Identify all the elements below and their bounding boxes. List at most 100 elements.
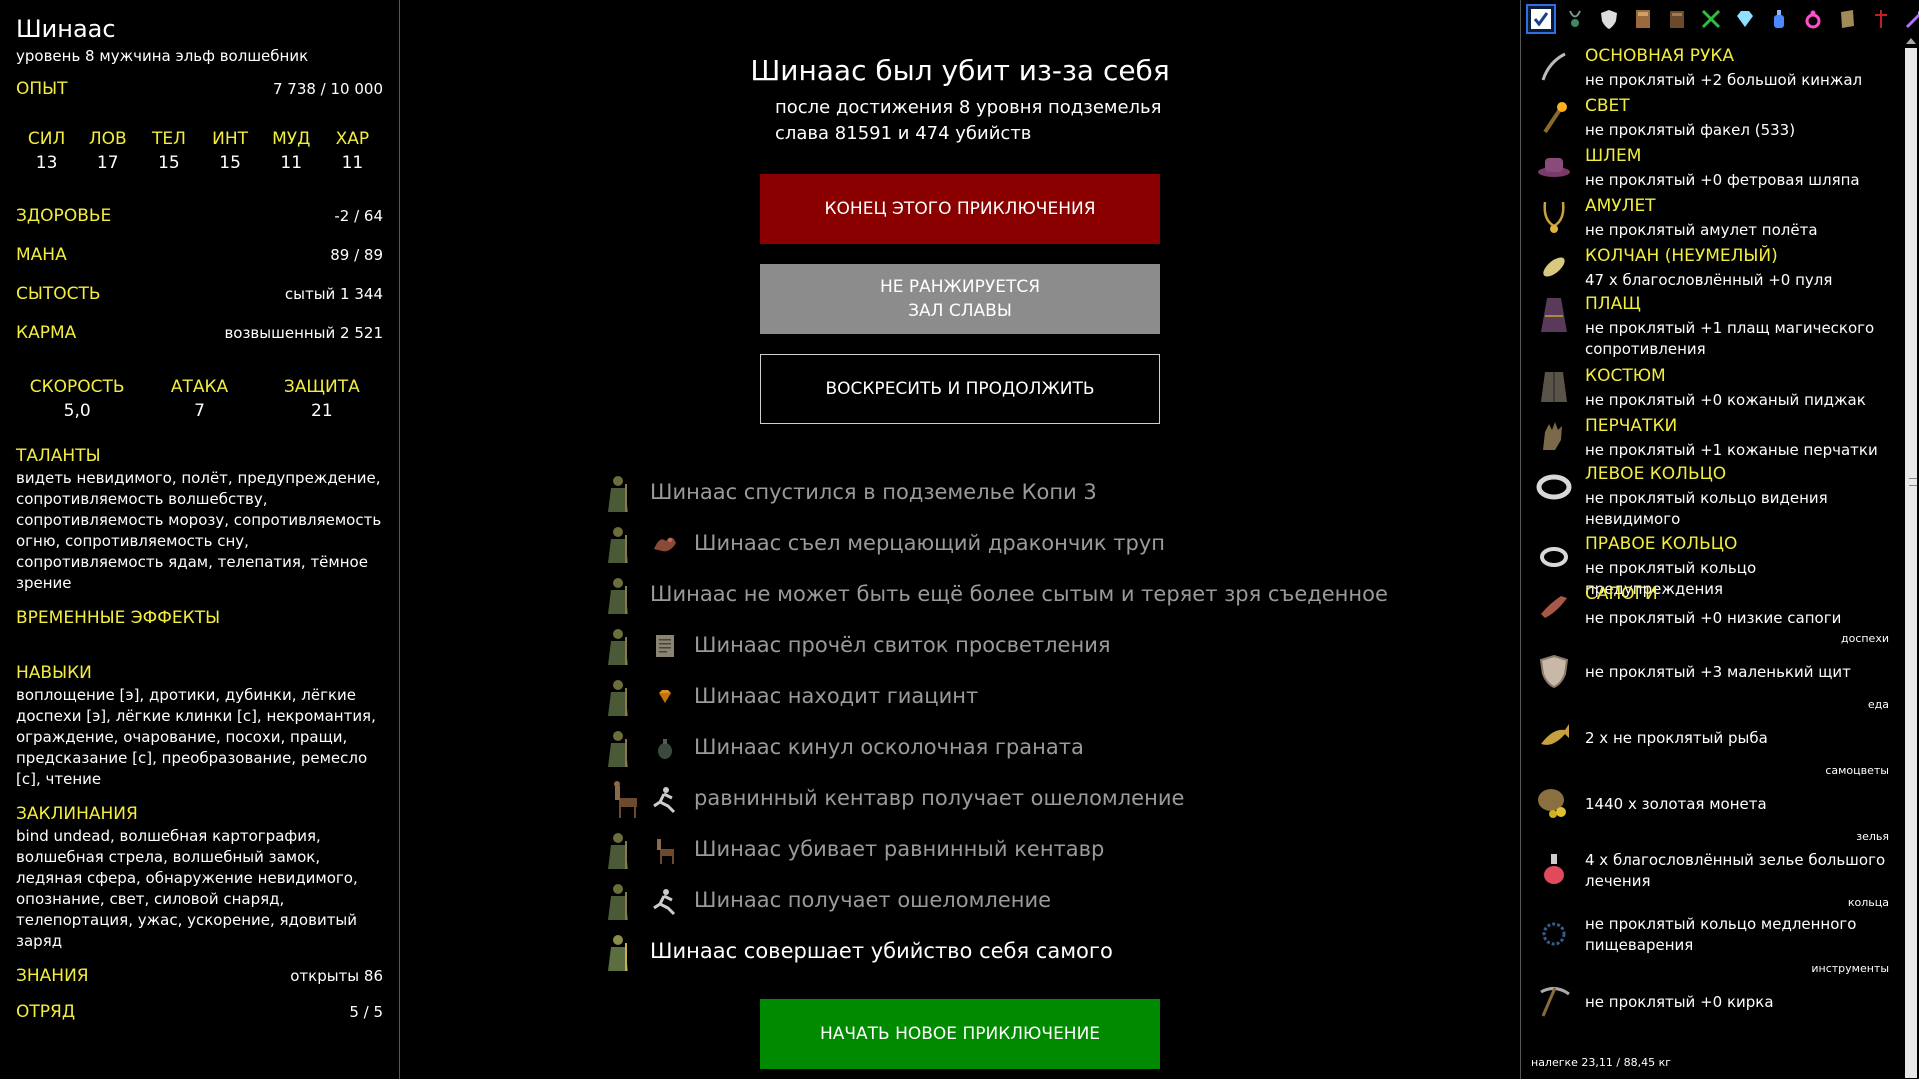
log-text: Шинаас находит гиацинт xyxy=(694,684,979,708)
item-desc: не проклятый +0 кожаный пиджак xyxy=(1585,391,1866,409)
mana-value: 89 / 89 xyxy=(330,246,383,264)
tab-all[interactable] xyxy=(1526,4,1556,34)
torch-icon xyxy=(1543,102,1567,134)
stat-cha: ХАР 11 xyxy=(335,129,370,173)
tab-armor[interactable] xyxy=(1594,4,1624,34)
item-slot-label: ШЛЕМ xyxy=(1585,146,1642,166)
tab-food[interactable] xyxy=(1662,4,1692,34)
carry-weight: налегке 23,11 / 88,45 кг xyxy=(1531,1056,1672,1069)
resurrect-label: ВОСКРЕСИТЬ И ПРОДОЛЖИТЬ xyxy=(825,379,1095,399)
checkmark-icon xyxy=(1531,9,1551,29)
end-adventure-label: КОНЕЦ ЭТОГО ПРИКЛЮЧЕНИЯ xyxy=(824,199,1096,219)
log-text: Шинаас спустился в подземелье Копи 3 xyxy=(650,480,1097,504)
stun-icon xyxy=(653,889,676,916)
jacket-icon xyxy=(1541,372,1567,402)
character-panel: Шинаас уровень 8 мужчина эльф волшебник … xyxy=(0,0,400,1079)
item-desc: не проклятый +1 плащ магического сопроти… xyxy=(1585,319,1875,358)
new-adventure-button[interactable]: НАЧАТЬ НОВОЕ ПРИКЛЮЧЕНИЕ xyxy=(760,999,1160,1069)
tab-scrolls[interactable] xyxy=(1832,4,1862,34)
health-label: ЗДОРОВЬЕ xyxy=(16,206,112,226)
tab-gems[interactable] xyxy=(1730,4,1760,34)
item-desc: не проклятый кольцо медленного пищеварен… xyxy=(1585,915,1857,954)
wizard-avatar-icon xyxy=(608,935,628,971)
spells-text: bind undead, волшебная картография, волш… xyxy=(16,827,358,950)
tab-books[interactable] xyxy=(1628,4,1658,34)
skills-text: воплощение [э], дротики, дубинки, лёгкие… xyxy=(16,686,376,788)
crossed-swords-icon xyxy=(1701,9,1721,29)
diamond-icon xyxy=(1737,11,1753,27)
centaur-icon xyxy=(657,839,674,864)
amulet-icon xyxy=(1543,201,1565,233)
exp-label: ОПЫТ xyxy=(16,79,68,99)
item-slot-label: ПЛАЩ xyxy=(1585,294,1641,314)
stun-icon xyxy=(653,787,676,814)
grip-icon xyxy=(1909,478,1917,486)
grenade-icon xyxy=(658,739,672,759)
hall-of-fame-line1: НЕ РАНЖИРУЕТСЯ xyxy=(879,277,1041,297)
end-adventure-button[interactable]: КОНЕЦ ЭТОГО ПРИКЛЮЧЕНИЯ xyxy=(760,174,1160,244)
corpse-icon xyxy=(654,537,676,552)
stat-int: ИНТ 15 xyxy=(212,129,249,173)
satiety-value: сытый 1 344 xyxy=(284,285,383,303)
party-label: ОТРЯД xyxy=(16,1002,76,1022)
hat-icon xyxy=(1538,158,1570,177)
health-value: -2 / 64 xyxy=(334,207,383,225)
hall-of-fame-button[interactable]: НЕ РАНЖИРУЕТСЯ ЗАЛ СЛАВЫ xyxy=(760,264,1160,334)
potion-icon xyxy=(1544,854,1564,884)
tab-wands[interactable] xyxy=(1900,4,1919,34)
item-desc: не проклятый амулет полёта xyxy=(1585,221,1818,239)
item-slot-label: КОСТЮМ xyxy=(1585,366,1666,386)
item-slot-label: ЛЕВОЕ КОЛЬЦО xyxy=(1585,464,1727,484)
scroll-icon xyxy=(656,635,674,657)
item-slot-label: ПРАВОЕ КОЛЬЦО xyxy=(1585,534,1738,554)
log-text: Шинаас кинул осколочная граната xyxy=(694,735,1084,759)
karma-label: КАРМА xyxy=(16,323,77,343)
amulet-icon xyxy=(1569,10,1581,27)
item-desc: 47 х благословлённый +0 пуля xyxy=(1585,271,1833,289)
combat-stats: СКОРОСТЬ 5,0 АТАКА 7 ЗАЩИТА 21 xyxy=(16,377,383,421)
item-desc: 1440 х золотая монета xyxy=(1585,795,1767,813)
scroll-thumb[interactable] xyxy=(1905,48,1917,1078)
wizard-avatar-icon xyxy=(608,527,628,563)
tab-rings[interactable] xyxy=(1798,4,1828,34)
stat-defense: ЗАЩИТА 21 xyxy=(283,377,360,421)
item-slot-label: СВЕТ xyxy=(1585,96,1630,116)
wizard-avatar-icon xyxy=(608,476,628,512)
inventory-scrollbar[interactable] xyxy=(1903,36,1919,1079)
shield-icon xyxy=(1601,10,1617,29)
party-row: ОТРЯД 5 / 5 xyxy=(16,1002,383,1022)
item-slot-label: ОСНОВНАЯ РУКА xyxy=(1585,46,1735,66)
stat-wis: МУД 11 xyxy=(272,129,311,173)
character-name: Шинаас xyxy=(16,15,116,43)
attributes: СИЛ 13 ЛОВ 17 ТЕЛ 15 ИНТ 15 МУД 11 ХАР 11 xyxy=(16,129,383,173)
item-desc: не проклятый +0 фетровая шляпа xyxy=(1585,171,1860,189)
ring-icon xyxy=(1540,547,1568,567)
stat-speed: СКОРОСТЬ 5,0 xyxy=(29,377,125,421)
stat-con: ТЕЛ 15 xyxy=(151,129,186,173)
tab-potions[interactable] xyxy=(1764,4,1794,34)
scroll-up-icon[interactable] xyxy=(1906,38,1916,44)
death-title: Шинаас был убит из-за себя xyxy=(750,54,1170,87)
ring-icon xyxy=(1542,922,1566,946)
log-text: Шинаас получает ошеломление xyxy=(694,888,1052,912)
tab-tools[interactable] xyxy=(1866,4,1896,34)
tab-weapons[interactable] xyxy=(1696,4,1726,34)
resurrect-button[interactable]: ВОСКРЕСИТЬ И ПРОДОЛЖИТЬ xyxy=(760,354,1160,424)
item-desc: не проклятый +0 кирка xyxy=(1585,993,1774,1011)
character-subtitle: уровень 8 мужчина эльф волшебник xyxy=(16,47,309,65)
inventory-tabs xyxy=(1526,4,1919,34)
spells-label: ЗАКЛИНАНИЯ xyxy=(16,804,138,824)
category-gems: самоцветы xyxy=(1825,764,1889,777)
ring-icon xyxy=(1805,10,1821,29)
knowledge-label: ЗНАНИЯ xyxy=(16,966,89,986)
item-desc: 2 х не проклятый рыба xyxy=(1585,729,1768,747)
coins-icon xyxy=(1538,789,1566,818)
wizard-avatar-icon xyxy=(608,731,628,767)
shield-icon xyxy=(1539,654,1569,689)
fish-icon xyxy=(1541,724,1569,745)
tab-amulets[interactable] xyxy=(1560,4,1590,34)
satiety-label: СЫТОСТЬ xyxy=(16,284,101,304)
item-slot-label: КОЛЧАН (НЕУМЕЛЫЙ) xyxy=(1585,246,1778,266)
inventory-panel: ОСНОВНАЯ РУКА не проклятый +2 большой ки… xyxy=(1520,0,1919,1079)
category-rings: кольца xyxy=(1847,896,1889,909)
